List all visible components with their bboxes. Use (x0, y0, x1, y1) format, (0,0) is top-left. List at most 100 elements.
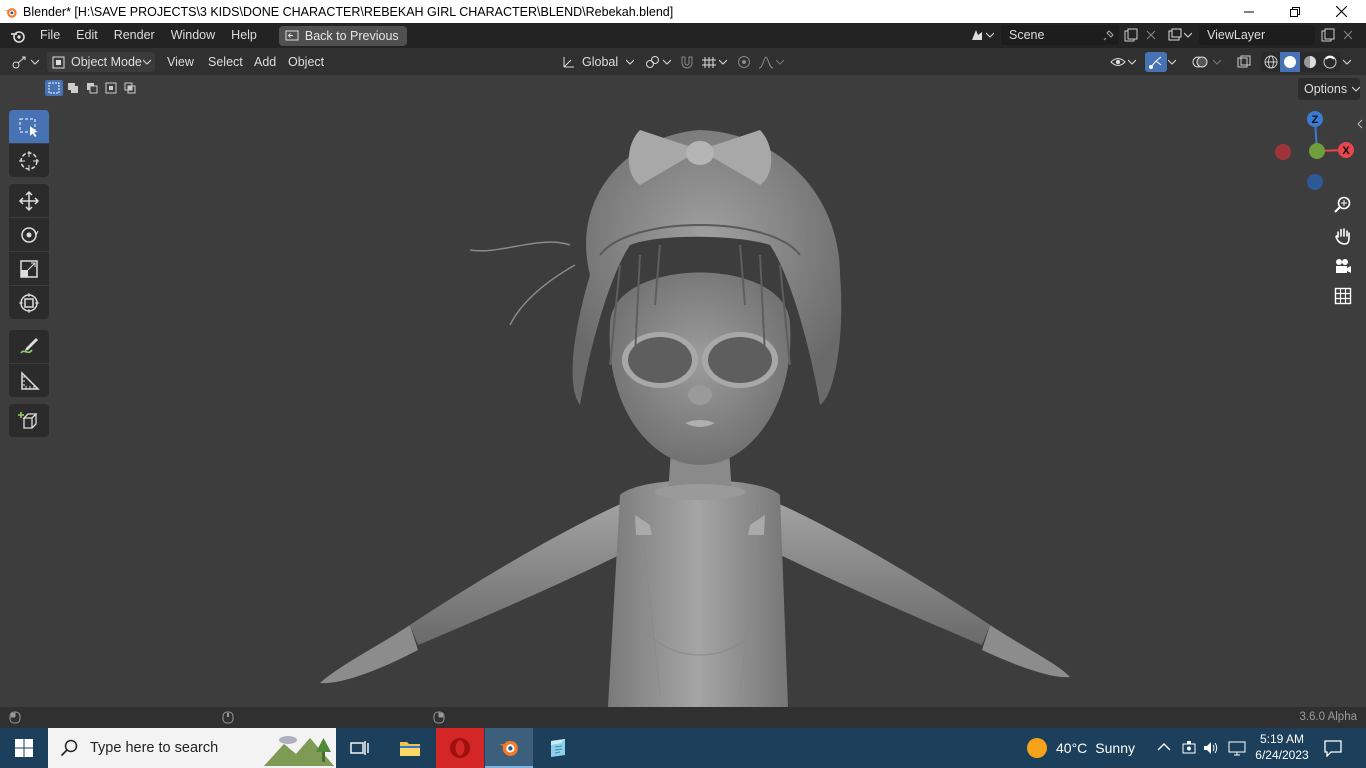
file-explorer-button[interactable] (386, 728, 434, 768)
chevron-down-icon (1128, 59, 1136, 65)
network-icon[interactable] (1228, 740, 1246, 756)
device-icon[interactable] (1181, 740, 1197, 756)
zoom-button[interactable] (1329, 191, 1357, 219)
clock-time: 5:19 AM (1259, 732, 1305, 746)
gizmo-neg-x-handle[interactable] (1275, 144, 1291, 160)
menu-window[interactable]: Window (163, 23, 223, 48)
select-extend-button[interactable] (64, 80, 82, 96)
taskbar-search-box[interactable]: Type here to search (48, 728, 336, 768)
mode-dropdown[interactable]: Object Mode (47, 52, 155, 72)
projection-toggle-button[interactable] (1329, 282, 1357, 310)
opera-icon (450, 738, 470, 758)
tool-add-cube[interactable] (9, 404, 49, 437)
menu-file[interactable]: File (32, 23, 68, 48)
delete-scene-icon[interactable] (1146, 30, 1156, 40)
proportional-falloff-button[interactable] (758, 52, 786, 72)
delete-view-layer-icon[interactable] (1343, 30, 1353, 40)
xray-toggle[interactable] (1237, 52, 1255, 72)
material-shading-button[interactable] (1300, 52, 1320, 72)
overlays-dropdown[interactable] (1213, 52, 1227, 72)
gizmo-y-handle[interactable] (1309, 143, 1325, 159)
visibility-dropdown[interactable] (1110, 52, 1140, 72)
chevron-up-icon[interactable] (1157, 742, 1171, 752)
pan-button[interactable] (1329, 222, 1357, 250)
header-menu-select[interactable]: Select (208, 52, 243, 72)
tool-select-box[interactable] (9, 110, 49, 143)
select-new-button[interactable] (45, 80, 63, 96)
gizmo-neg-z-handle[interactable] (1307, 174, 1323, 190)
blender-menu-icon[interactable] (10, 28, 26, 44)
select-intersect-button[interactable] (121, 80, 139, 96)
view-layer-name-field[interactable]: ViewLayer (1199, 25, 1315, 45)
tool-measure[interactable] (9, 364, 49, 397)
close-button[interactable] (1318, 0, 1364, 23)
pin-icon[interactable] (1103, 29, 1115, 41)
notifications-icon[interactable] (1324, 739, 1342, 757)
scene-name-field[interactable]: Scene (1001, 25, 1119, 45)
gizmo-toggle[interactable] (1145, 52, 1167, 72)
view-layer-selector-button[interactable] (1168, 25, 1198, 45)
chevron-down-icon (1352, 86, 1360, 92)
tool-move[interactable] (9, 184, 49, 217)
shading-dropdown[interactable] (1343, 52, 1357, 72)
transform-icon (19, 292, 39, 313)
material-sphere-icon (1304, 56, 1316, 68)
measure-ruler-icon (21, 370, 40, 390)
chevron-down-icon (626, 59, 634, 65)
view-layer-name: ViewLayer (1207, 28, 1266, 42)
new-view-layer-icon[interactable] (1321, 28, 1335, 42)
snap-toggle[interactable] (679, 52, 699, 72)
scene-selector-button[interactable] (970, 25, 1000, 45)
task-view-button[interactable] (336, 728, 384, 768)
select-subtract-button[interactable] (83, 80, 101, 96)
search-placeholder: Type here to search (90, 740, 219, 756)
header-menu-view[interactable]: View (167, 52, 194, 72)
editor-type-button[interactable] (8, 52, 42, 72)
snap-target-button[interactable] (701, 52, 731, 72)
mode-label: Object Mode (71, 55, 142, 69)
navigation-gizmo[interactable]: Z X (1266, 109, 1362, 199)
task-view-icon (350, 741, 369, 755)
tool-annotate[interactable] (9, 330, 49, 363)
blender-topbar: File Edit Render Window Help Back to Pre… (0, 23, 1366, 48)
chevron-down-icon (1213, 59, 1221, 65)
3d-viewport[interactable]: Options Z X (0, 75, 1366, 707)
wireframe-shading-button[interactable] (1261, 52, 1280, 72)
tool-rotate[interactable] (9, 218, 49, 251)
restore-button[interactable] (1272, 0, 1318, 23)
transform-orientation-dropdown[interactable]: Global (558, 52, 636, 72)
select-intersect-icon (124, 82, 136, 94)
select-difference-button[interactable] (102, 80, 120, 96)
back-to-previous-button[interactable]: Back to Previous (278, 25, 407, 46)
weather-widget[interactable]: 40°C Sunny (1026, 728, 1135, 768)
zoom-magnifier-icon (1334, 196, 1351, 213)
menu-render[interactable]: Render (106, 23, 163, 48)
volume-icon[interactable] (1203, 740, 1219, 756)
taskbar-clock[interactable]: 5:19 AM 6/24/2023 (1252, 731, 1312, 763)
start-button[interactable] (0, 728, 48, 768)
overlays-toggle[interactable] (1192, 52, 1212, 72)
header-menu-object[interactable]: Object (288, 52, 324, 72)
tool-transform[interactable] (9, 286, 49, 319)
new-scene-icon[interactable] (1124, 28, 1138, 42)
window-title: Blender* [H:\SAVE PROJECTS\3 KIDS\DONE C… (23, 4, 674, 19)
chevron-down-icon (719, 59, 727, 65)
menu-edit[interactable]: Edit (68, 23, 106, 48)
tool-cursor[interactable] (9, 144, 49, 177)
tool-scale[interactable] (9, 252, 49, 285)
app-taskbar-button[interactable] (534, 728, 582, 768)
minimize-button[interactable] (1226, 0, 1272, 23)
gizmo-dropdown[interactable] (1168, 52, 1182, 72)
proportional-editing-toggle[interactable] (737, 52, 755, 72)
header-menu-add[interactable]: Add (254, 52, 276, 72)
3d-viewport-icon (12, 56, 25, 69)
blender-taskbar-button[interactable] (485, 728, 533, 768)
rendered-shading-button[interactable] (1320, 52, 1340, 72)
opera-button[interactable] (436, 728, 484, 768)
close-icon (1335, 6, 1347, 17)
options-dropdown[interactable]: Options (1298, 78, 1360, 100)
camera-view-button[interactable] (1329, 252, 1357, 280)
pivot-point-button[interactable] (645, 52, 673, 72)
menu-help[interactable]: Help (223, 23, 265, 48)
solid-shading-button[interactable] (1280, 52, 1300, 72)
